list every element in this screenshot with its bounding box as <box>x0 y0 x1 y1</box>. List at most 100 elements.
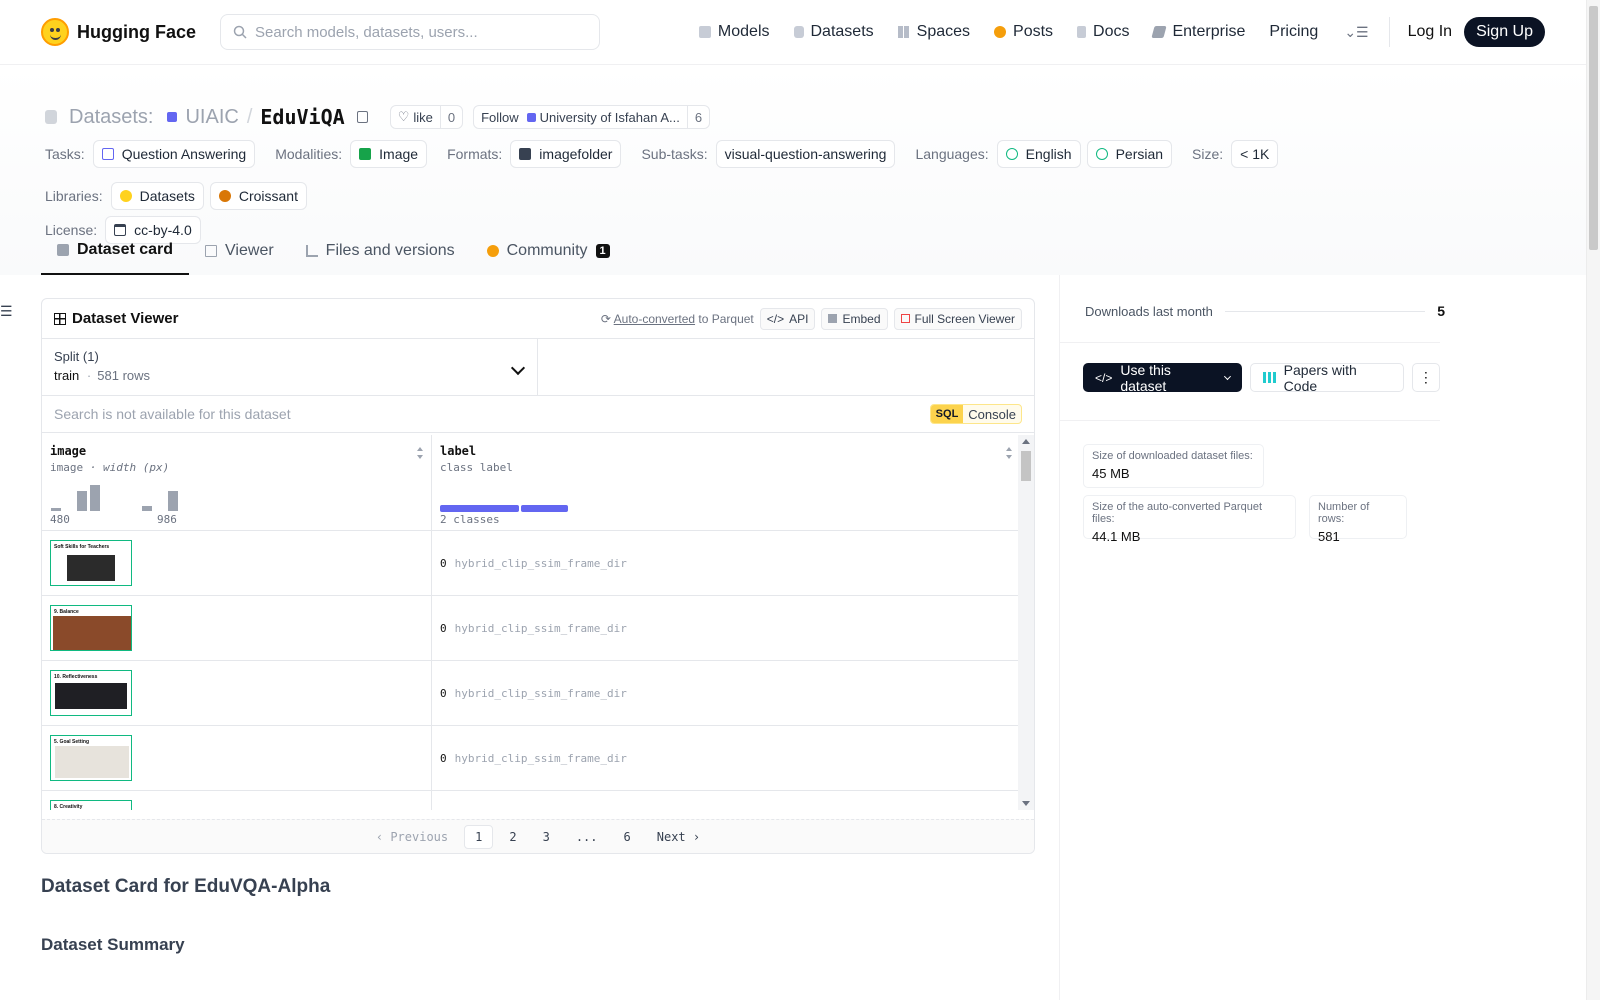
tag-english[interactable]: English <box>996 140 1081 168</box>
sql-console-button[interactable]: SQL Console <box>929 404 1022 424</box>
search-unavailable-text: Search is not available for this dataset <box>54 406 291 422</box>
image-thumbnail[interactable]: 5. Goal Setting <box>50 735 132 781</box>
class-segment[interactable] <box>440 505 520 512</box>
image-thumbnail[interactable]: 8. Creativity <box>50 800 132 810</box>
tag-question-answering[interactable]: Question Answering <box>92 140 256 168</box>
auto-converted-note[interactable]: ⟳ Auto-converted to Parquet <box>601 312 754 326</box>
main-content: ☰ Dataset Viewer ⟳ Auto-converted to Par… <box>0 275 1060 1000</box>
full-screen-label: Full Screen Viewer <box>914 311 1016 326</box>
full-screen-button[interactable]: Full Screen Viewer <box>893 307 1022 330</box>
signup-button[interactable]: Sign Up <box>1464 17 1545 47</box>
histogram-bar[interactable] <box>142 506 152 511</box>
top-navbar: Hugging Face Models Datasets Spaces Post… <box>0 0 1586 65</box>
histogram-bar[interactable] <box>168 491 178 511</box>
downloads-label: Downloads last month <box>1085 303 1213 319</box>
tab-dataset-card[interactable]: Dataset card <box>41 227 190 275</box>
split-rows: 581 rows <box>97 368 151 383</box>
stat-label: Number of rows: <box>1318 501 1370 525</box>
tag-persian[interactable]: Persian <box>1086 140 1173 168</box>
image-thumbnail[interactable]: 9. Balance <box>50 605 132 651</box>
nav-docs[interactable]: Docs <box>1065 14 1141 50</box>
tag-vqa[interactable]: visual-question-answering <box>715 140 896 168</box>
tab-files[interactable]: Files and versions <box>290 227 471 275</box>
tag-croissant[interactable]: Croissant <box>209 182 307 210</box>
scroll-up-icon[interactable] <box>1022 439 1030 444</box>
nav-pricing[interactable]: Pricing <box>1257 14 1330 50</box>
section-label[interactable]: Datasets: <box>69 106 153 129</box>
nav-models-label: Models <box>717 23 770 40</box>
histogram-bar[interactable] <box>77 491 87 511</box>
image-thumbnail[interactable]: 10. Reflectiveness <box>50 670 132 716</box>
sql-badge: SQL <box>930 405 964 423</box>
class-distribution-bar <box>440 505 568 512</box>
page-6[interactable]: 6 <box>614 826 641 848</box>
hist-max-tick: 986 <box>157 513 177 526</box>
tag-datasets-lib[interactable]: Datasets <box>110 182 204 210</box>
tag-label: Image <box>379 146 419 162</box>
nav-posts[interactable]: Posts <box>982 14 1065 50</box>
downloads-value: 5 <box>1437 303 1445 319</box>
tag-label: imagefolder <box>539 146 613 162</box>
page-1[interactable]: 1 <box>464 824 494 849</box>
table-row[interactable]: 10. Reflectiveness 0 hybrid_clip_ssim_fra… <box>42 661 1020 726</box>
nav-models[interactable]: Models <box>687 14 782 50</box>
repo-name[interactable]: EduViQA <box>260 105 344 129</box>
scroll-thumb[interactable] <box>1021 451 1031 481</box>
org-link[interactable]: UIAIC <box>185 106 238 129</box>
nav-enterprise[interactable]: Enterprise <box>1141 14 1257 50</box>
document-icon <box>1077 26 1087 38</box>
stat-value: 44.1 MB <box>1092 529 1141 544</box>
tag-image[interactable]: Image <box>350 140 428 168</box>
nav-docs-label: Docs <box>1093 23 1130 40</box>
login-link[interactable]: Log In <box>1396 23 1464 41</box>
next-page-button[interactable]: Next › <box>647 826 710 848</box>
label-id: 0 <box>440 686 447 700</box>
grid-icon <box>54 312 66 325</box>
page-2[interactable]: 2 <box>499 826 526 848</box>
split-select[interactable]: Split (1) train · 581 rows <box>42 339 538 395</box>
sort-icon[interactable] <box>417 447 423 459</box>
sort-icon[interactable] <box>1006 447 1012 459</box>
more-menu-icon[interactable]: ⌄☰ <box>1330 24 1382 41</box>
follow-button[interactable]: Follow University of Isfahan A... 6 <box>473 105 711 129</box>
table-row[interactable]: 8. Creativity <box>42 791 1020 810</box>
tab-community[interactable]: Community 1 <box>471 227 626 275</box>
table-row[interactable]: 9. Balance 0 hybrid_clip_ssim_frame_dir <box>42 596 1020 661</box>
image-thumbnail[interactable]: Soft Skills for Teachers <box>50 540 132 586</box>
auto-converted-link[interactable]: Auto-converted <box>614 312 695 326</box>
column-header-image[interactable]: image image · width (px) 480 986 <box>42 435 432 530</box>
tag-size[interactable]: < 1K <box>1231 140 1279 168</box>
page-3[interactable]: 3 <box>533 826 560 848</box>
toc-toggle-icon[interactable]: ☰ <box>0 303 13 320</box>
like-button[interactable]: ♡ like 0 <box>389 105 464 129</box>
search-box[interactable] <box>220 14 601 50</box>
thumbnail-picture <box>55 683 127 709</box>
modalities-label: Modalities: <box>275 146 343 162</box>
histogram-bar[interactable] <box>51 508 61 511</box>
use-dataset-button[interactable]: </> Use this dataset <box>1083 362 1242 394</box>
histogram-bar[interactable] <box>90 485 100 511</box>
table-scrollbar[interactable] <box>1018 435 1034 810</box>
label-id: 0 <box>440 751 447 765</box>
table-row[interactable]: 5. Goal Setting 0 hybrid_clip_ssim_frame_… <box>42 726 1020 791</box>
more-options-button[interactable]: ⋮ <box>1411 363 1440 392</box>
embed-button[interactable]: Embed <box>821 307 888 330</box>
column-header-label[interactable]: label class label 2 classes <box>432 435 1020 530</box>
api-button[interactable]: </> API <box>759 307 816 330</box>
brand-name: Hugging Face <box>77 21 197 42</box>
scroll-down-icon[interactable] <box>1022 801 1030 806</box>
papers-with-code-button[interactable]: Papers with Code <box>1249 362 1404 394</box>
copy-icon[interactable] <box>356 111 368 123</box>
search-input[interactable] <box>255 23 576 41</box>
page-scroll-thumb[interactable] <box>1589 6 1598 250</box>
croissant-icon <box>218 190 231 202</box>
nav-spaces[interactable]: Spaces <box>886 14 982 50</box>
previous-page-button[interactable]: ‹ Previous <box>366 826 458 848</box>
table-row[interactable]: Soft Skills for Teachers 0 hybrid_clip_ss… <box>42 531 1020 596</box>
page-scrollbar[interactable] <box>1586 0 1600 1000</box>
tab-viewer[interactable]: Viewer <box>189 227 290 275</box>
nav-datasets[interactable]: Datasets <box>782 14 886 50</box>
class-segment[interactable] <box>521 505 568 512</box>
tag-imagefolder[interactable]: imagefolder <box>510 140 622 168</box>
brand[interactable]: Hugging Face <box>41 18 196 46</box>
